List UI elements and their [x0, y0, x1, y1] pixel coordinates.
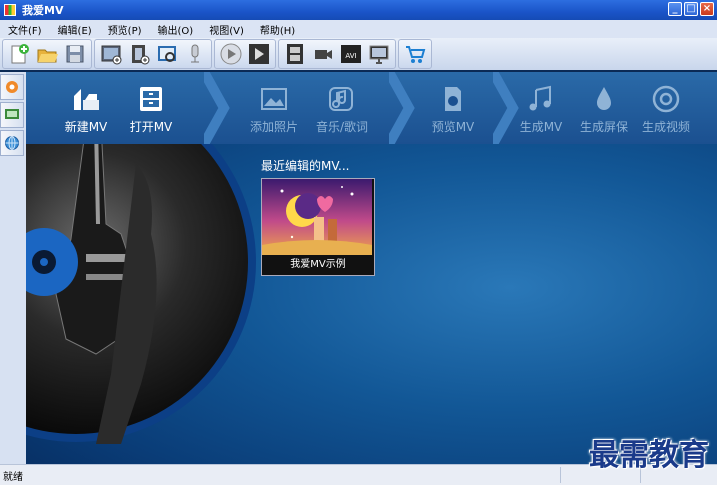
- cart-icon[interactable]: [403, 42, 427, 66]
- menu-bar: 文件(F) 编辑(E) 预览(P) 输出(O) 视图(V) 帮助(H): [0, 20, 717, 38]
- add-photo-icon: [259, 84, 289, 114]
- music-lyrics-icon: [327, 84, 357, 114]
- step-preview-label: 预览MV: [431, 120, 475, 134]
- step-music-lyrics[interactable]: 音乐/歌词: [307, 72, 377, 144]
- svg-text:AVI: AVI: [345, 52, 356, 60]
- toolbar: AVI: [0, 38, 717, 70]
- step-generate-screensaver-label: 生成屏保: [579, 120, 628, 134]
- music-note-icon: [526, 84, 556, 114]
- status-divider: [560, 467, 561, 483]
- edit-photo-icon[interactable]: [155, 42, 179, 66]
- gear-icon[interactable]: [0, 74, 24, 100]
- recent-project-thumbnail: [262, 179, 372, 255]
- save-icon[interactable]: [63, 42, 87, 66]
- disc-icon: [651, 84, 681, 114]
- step-bar: 新建MV 打开MV 添加照片 音乐/歌词 预览MV 生成MV 生成屏保 生成视频: [26, 72, 717, 144]
- play-icon[interactable]: [219, 42, 243, 66]
- step-new-mv-label: 新建MV: [64, 120, 108, 134]
- monitor-icon[interactable]: [367, 42, 391, 66]
- step-add-photo[interactable]: 添加照片: [241, 72, 307, 144]
- camera-icon[interactable]: [311, 42, 335, 66]
- screen-icon[interactable]: [0, 102, 24, 128]
- recent-project-card[interactable]: 我爱MV示例: [261, 178, 375, 276]
- add-video-icon[interactable]: [127, 42, 151, 66]
- menu-preview[interactable]: 预览(P): [100, 22, 150, 37]
- close-button[interactable]: ×: [700, 2, 714, 16]
- maximize-button[interactable]: □: [684, 2, 698, 16]
- title-bar: 我爱MV _ □ ×: [0, 0, 717, 20]
- status-text: 就绪: [3, 471, 23, 483]
- menu-output[interactable]: 输出(O): [150, 22, 202, 37]
- new-mv-icon: [71, 84, 101, 114]
- menu-view[interactable]: 视图(V): [201, 22, 252, 37]
- step-open-mv-label: 打开MV: [129, 120, 173, 134]
- film-icon[interactable]: [283, 42, 307, 66]
- recent-projects-title: 最近编辑的MV...: [261, 159, 350, 173]
- avi-icon[interactable]: AVI: [339, 42, 363, 66]
- open-folder-icon[interactable]: [35, 42, 59, 66]
- window-title: 我爱MV: [22, 4, 64, 17]
- new-doc-icon[interactable]: [7, 42, 31, 66]
- step-generate-video[interactable]: 生成视频: [634, 72, 698, 144]
- app-icon: [4, 4, 16, 16]
- preview-icon: [438, 84, 468, 114]
- menu-help[interactable]: 帮助(H): [252, 22, 303, 37]
- play-next-icon[interactable]: [247, 42, 271, 66]
- step-music-lyrics-label: 音乐/歌词: [315, 120, 369, 134]
- microphone-icon[interactable]: [183, 42, 207, 66]
- step-add-photo-label: 添加照片: [249, 120, 298, 134]
- step-open-mv[interactable]: 打开MV: [121, 72, 181, 144]
- side-panel: [0, 72, 26, 464]
- step-generate-mv[interactable]: 生成MV: [511, 72, 571, 144]
- step-new-mv[interactable]: 新建MV: [56, 72, 116, 144]
- add-photo-icon[interactable]: [99, 42, 123, 66]
- globe-icon[interactable]: [0, 130, 24, 156]
- open-mv-icon: [136, 84, 166, 114]
- step-generate-mv-label: 生成MV: [519, 120, 563, 134]
- menu-file[interactable]: 文件(F): [0, 22, 50, 37]
- main-area: 新建MV 打开MV 添加照片 音乐/歌词 预览MV 生成MV 生成屏保 生成视频…: [26, 72, 717, 464]
- minimize-button[interactable]: _: [668, 2, 682, 16]
- menu-edit[interactable]: 编辑(E): [50, 22, 100, 37]
- recent-project-caption: 我爱MV示例: [290, 259, 346, 270]
- step-preview[interactable]: 预览MV: [423, 72, 483, 144]
- step-generate-screensaver[interactable]: 生成屏保: [574, 72, 634, 144]
- watermark: 最需教育: [589, 438, 709, 473]
- step-generate-video-label: 生成视频: [641, 120, 690, 134]
- drop-icon: [589, 84, 619, 114]
